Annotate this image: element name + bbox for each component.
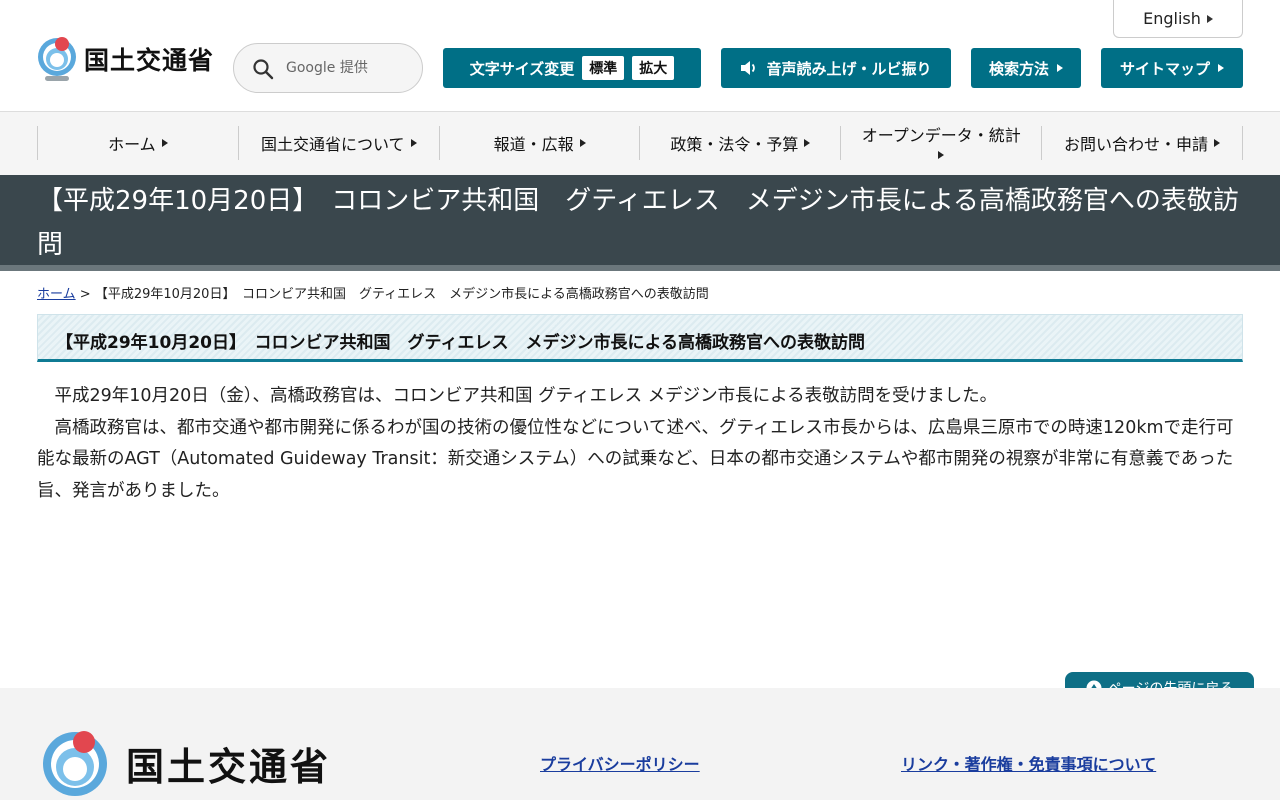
footer-logo-text: 国土交通省 [126,744,332,789]
links-copyright-link[interactable]: リンク・著作権・免責事項について [901,751,1156,775]
nav-item-label: 政策・法令・予算 [670,135,799,154]
article-heading-box: 【平成29年10月20日】 コロンビア共和国 グティエレス メデジン市長による高… [37,314,1243,362]
article-heading: 【平成29年10月20日】 コロンビア共和国 グティエレス メデジン市長による高… [56,333,865,353]
sitemap-label: サイトマップ [1119,59,1210,78]
article-body: 平成29年10月20日（金）、高橋政務官は、コロンビア共和国 グティエレス メデ… [37,381,1243,507]
site-logo[interactable]: 国土交通省 [36,36,214,82]
english-link[interactable]: English [1113,0,1243,38]
font-size-standard-button[interactable]: 標準 [582,56,625,80]
font-size-label: 文字サイズ変更 [469,59,575,78]
font-size-panel: 文字サイズ変更 標準 拡大 [443,48,701,88]
page-title-band: 【平成29年10月20日】 コロンビア共和国 グティエレス メデジン市長による高… [0,175,1280,265]
nav-item-contact[interactable]: お問い合わせ・申請 [1042,126,1243,160]
nav-item-policy[interactable]: 政策・法令・予算 [640,126,842,160]
triangle-right-icon [938,151,945,159]
search-input[interactable] [286,54,416,82]
speech-label: 音声読み上げ・ルビ振り [766,59,932,78]
sitemap-button[interactable]: サイトマップ [1101,48,1243,88]
speech-ruby-button[interactable]: 音声読み上げ・ルビ振り [721,48,951,88]
breadcrumb-home-link[interactable]: ホーム [37,287,76,302]
english-label: English [1143,9,1201,28]
triangle-right-icon [1218,64,1224,72]
triangle-right-icon [410,139,417,147]
nav-item-opendata[interactable]: オープンデータ・統計 [841,126,1043,160]
site-search [233,43,423,93]
nav-item-about[interactable]: 国土交通省について [239,126,440,160]
global-nav: ホーム 国土交通省について 報道・広報 政策・法令・予算 オープンデータ・統計 … [0,112,1280,175]
search-icon[interactable] [252,58,274,80]
footer-logo[interactable]: 国土交通省 [38,730,331,796]
title-divider [0,265,1280,271]
nav-item-home[interactable]: ホーム [38,126,239,160]
nav-item-label: お問い合わせ・申請 [1064,135,1209,154]
triangle-right-icon [1057,64,1063,72]
triangle-right-icon [161,139,168,147]
article-paragraph: 平成29年10月20日（金）、高橋政務官は、コロンビア共和国 グティエレス メデ… [54,386,998,406]
nav-item-label: オープンデータ・統計 [861,126,1021,145]
site-footer: 国土交通省 プライバシーポリシー リンク・著作権・免責事項について [0,688,1280,800]
font-size-large-button[interactable]: 拡大 [632,56,675,80]
global-nav-items: ホーム 国土交通省について 報道・広報 政策・法令・予算 オープンデータ・統計 … [37,126,1243,160]
nav-item-label: 報道・広報 [493,135,574,154]
speaker-icon [741,61,756,75]
triangle-right-icon [804,139,811,147]
logo-text: 国土交通省 [84,46,215,75]
search-howto-label: 検索方法 [988,59,1049,78]
nav-item-press[interactable]: 報道・広報 [440,126,641,160]
mlit-logo-icon [38,37,76,81]
triangle-right-icon [579,139,586,147]
nav-item-label: 国土交通省について [260,135,405,154]
mlit-logo-icon [43,731,107,796]
triangle-right-icon [1214,139,1221,147]
triangle-right-icon [1206,14,1213,23]
article-paragraph: 高橋政務官は、都市交通や都市開発に係るわが国の技術の優位性などについて述べ、グテ… [37,417,1234,501]
nav-item-label: ホーム [108,135,156,154]
search-howto-button[interactable]: 検索方法 [971,48,1081,88]
breadcrumb-current: 【平成29年10月20日】 コロンビア共和国 グティエレス メデジン市長による高… [94,287,709,302]
page-title: 【平成29年10月20日】 コロンビア共和国 グティエレス メデジン市長による高… [37,186,1239,260]
breadcrumb: ホーム > 【平成29年10月20日】 コロンビア共和国 グティエレス メデジン… [37,283,709,302]
breadcrumb-separator: > [79,287,91,302]
site-header: English 国土交通省 文字サイズ変更 標準 拡大 音声読み上げ・ルビ振り [0,0,1280,112]
privacy-policy-link[interactable]: プライバシーポリシー [540,751,700,775]
